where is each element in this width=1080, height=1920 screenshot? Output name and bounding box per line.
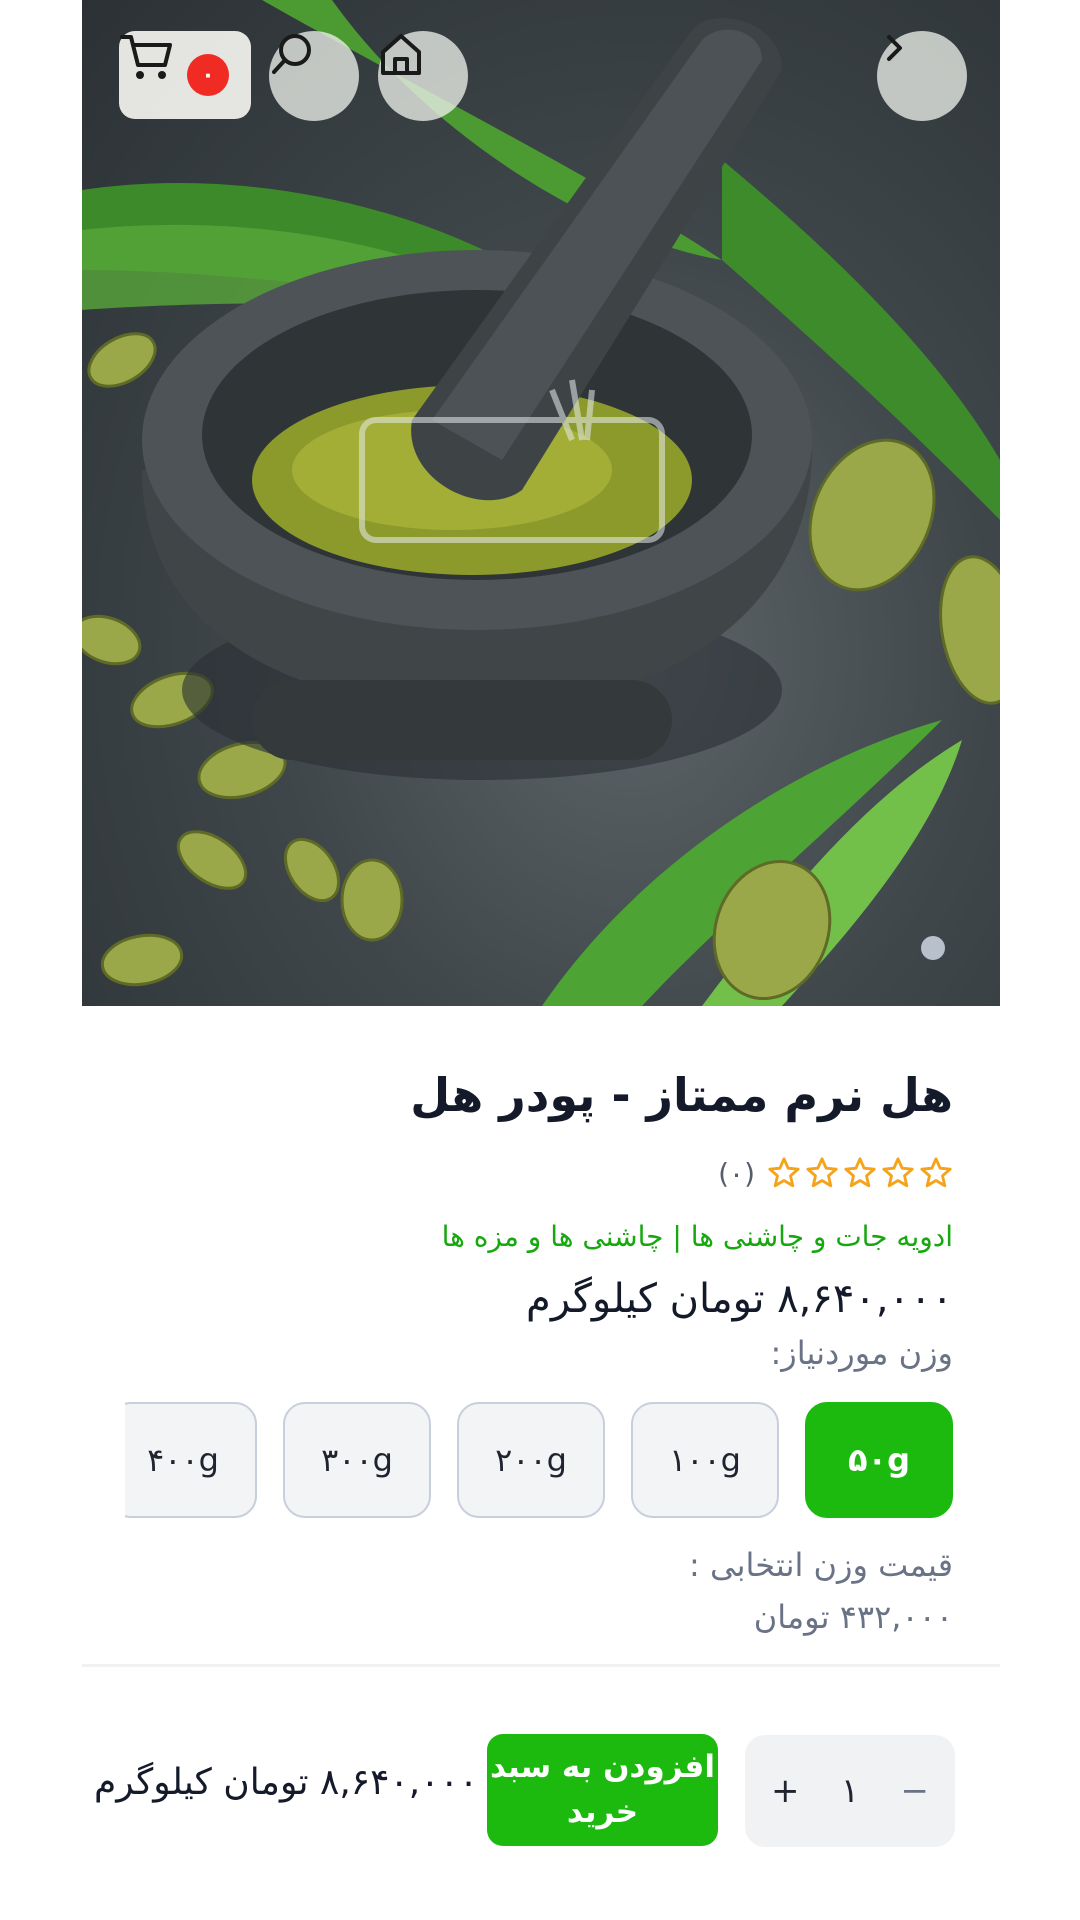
weight-options: ۵۰g ۱۰۰g ۲۰۰g ۳۰۰g ۴۰۰g [125, 1402, 953, 1520]
star-icon [920, 1157, 952, 1188]
product-title: هل نرم ممتاز - پودر هل [410, 1068, 953, 1122]
star-icon [768, 1157, 800, 1188]
cart-count-badge: ۰ [187, 54, 229, 96]
star-icon [806, 1157, 838, 1188]
weight-option-100g[interactable]: ۱۰۰g [631, 1402, 779, 1518]
category-links[interactable]: ادویه جات و چاشنی ها | چاشنی ها و مزه ها [442, 1220, 953, 1253]
weight-label: وزن موردنیاز: [770, 1334, 954, 1372]
weight-option-300g[interactable]: ۳۰۰g [283, 1402, 431, 1518]
star-icon [882, 1157, 914, 1188]
add-to-cart-button[interactable]: افزودن به سبد خرید [487, 1734, 718, 1846]
divider [82, 1664, 1000, 1667]
plus-button[interactable]: + [771, 1771, 800, 1811]
quantity-value: ۱ [840, 1771, 860, 1811]
carousel-dot[interactable] [921, 936, 945, 960]
selected-price-label: قیمت وزن انتخابی : [688, 1546, 953, 1584]
weight-option-200g[interactable]: ۲۰۰g [457, 1402, 605, 1518]
cart-button[interactable]: ۰ [119, 31, 251, 119]
minus-button[interactable]: − [900, 1771, 929, 1811]
weight-option-400g[interactable]: ۴۰۰g [125, 1402, 257, 1518]
back-button[interactable] [877, 31, 967, 121]
product-price: ۸,۶۴۰,۰۰۰ تومان کیلوگرم [526, 1276, 953, 1322]
mortar-pestle-photo [82, 0, 1000, 1006]
star-icon [844, 1157, 876, 1188]
rating-count: (۰) [718, 1156, 755, 1190]
product-image[interactable]: ۰ [82, 0, 1000, 1006]
rating-stars [767, 1156, 953, 1190]
bottom-price: ۸,۶۴۰,۰۰۰ تومان کیلوگرم [94, 1762, 479, 1803]
search-button[interactable] [269, 31, 359, 121]
quantity-stepper: + ۱ − [745, 1735, 955, 1847]
home-button[interactable] [378, 31, 468, 121]
rating[interactable]: (۰) [718, 1156, 953, 1190]
weight-option-50g[interactable]: ۵۰g [805, 1402, 953, 1518]
selected-price: ۴۳۲,۰۰۰ تومان [753, 1598, 953, 1636]
